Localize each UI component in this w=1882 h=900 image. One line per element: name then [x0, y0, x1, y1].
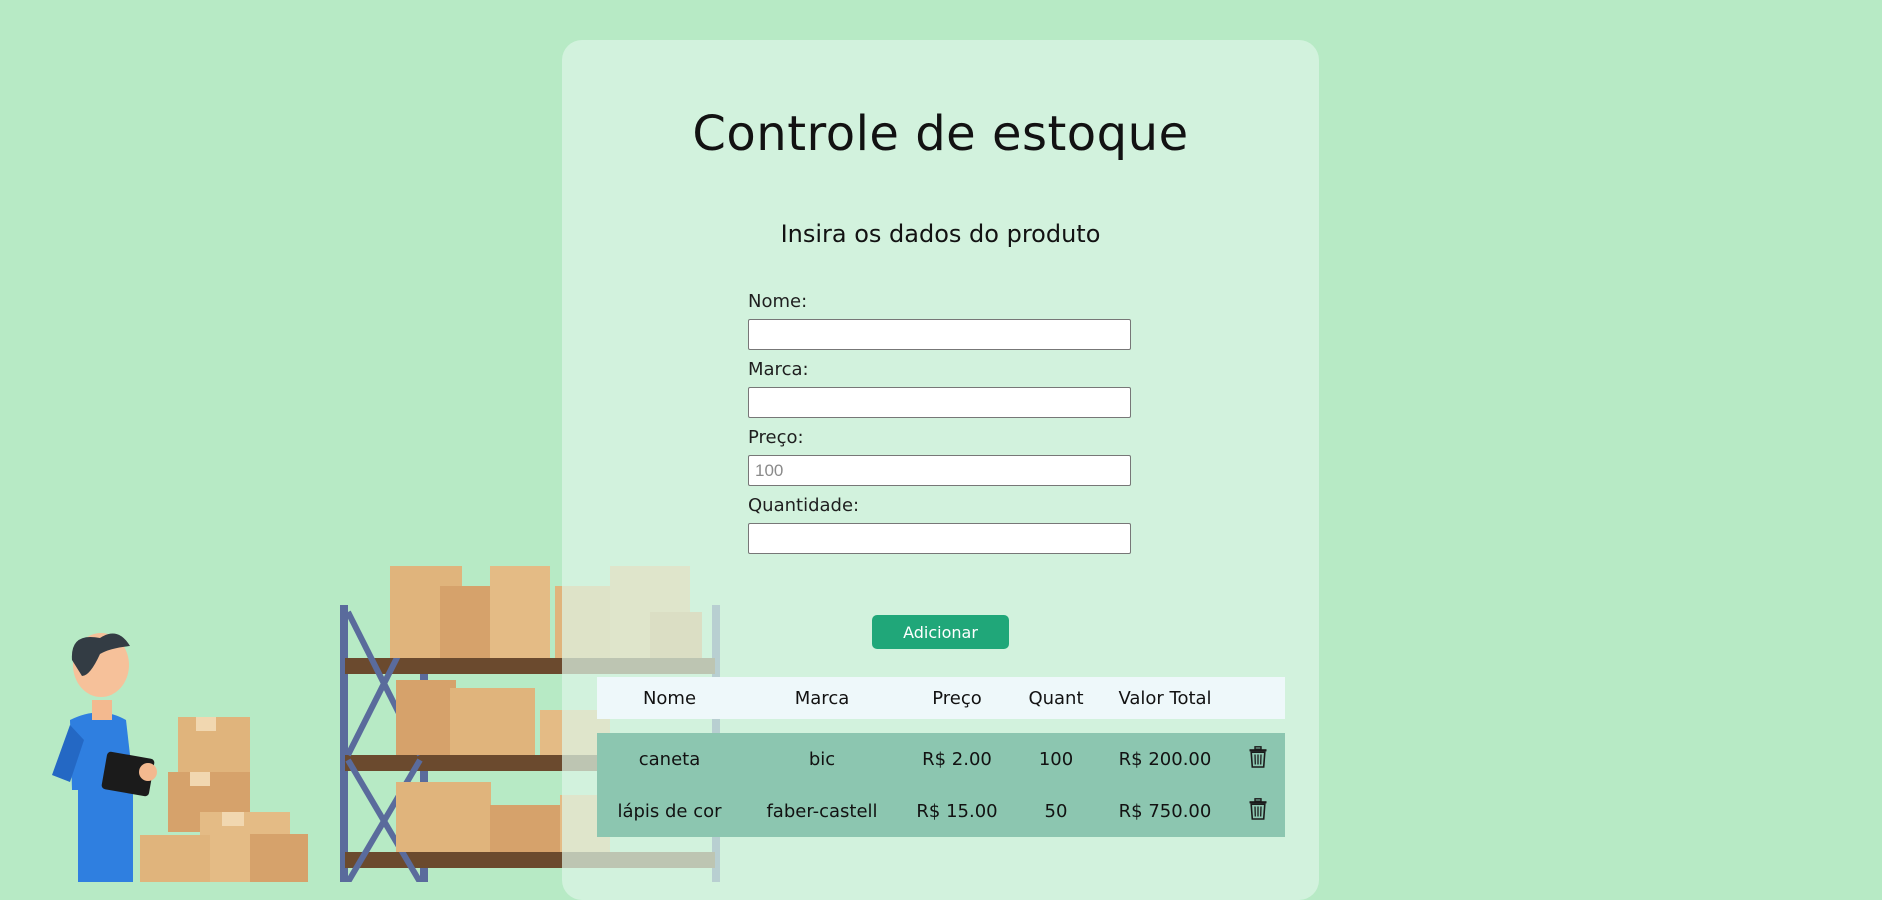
quantidade-label: Quantidade:: [748, 495, 1132, 517]
cell-quant: 100: [1012, 733, 1100, 785]
header-valor-total: Valor Total: [1100, 677, 1230, 719]
cell-nome: lápis de cor: [597, 785, 742, 837]
nome-label: Nome:: [748, 291, 1132, 313]
header-nome: Nome: [597, 677, 742, 719]
cell-actions: [1230, 785, 1285, 837]
inventory-card: Controle de estoque Insira os dados do p…: [562, 40, 1319, 900]
table-row: lápis de cor faber-castell R$ 15.00 50 R…: [597, 785, 1285, 837]
cell-quant: 50: [1012, 785, 1100, 837]
trash-icon[interactable]: [1249, 798, 1267, 825]
table-header-row: Nome Marca Preço Quant Valor Total: [597, 677, 1285, 719]
page-title: Controle de estoque: [562, 106, 1319, 162]
marca-field-group: Marca:: [748, 359, 1132, 418]
cell-preco: R$ 15.00: [902, 785, 1012, 837]
nome-input[interactable]: [748, 319, 1131, 350]
marca-input[interactable]: [748, 387, 1131, 418]
cell-marca: faber-castell: [742, 785, 902, 837]
cell-actions: [1230, 733, 1285, 785]
cell-nome: caneta: [597, 733, 742, 785]
quantidade-input[interactable]: [748, 523, 1131, 554]
box-stack: [140, 717, 308, 882]
header-actions: [1230, 677, 1285, 719]
preco-field-group: Preço:: [748, 427, 1132, 486]
trash-icon[interactable]: [1249, 746, 1267, 773]
preco-input[interactable]: [748, 455, 1131, 486]
table-row: caneta bic R$ 2.00 100 R$ 200.00: [597, 733, 1285, 785]
header-preco: Preço: [902, 677, 1012, 719]
preco-label: Preço:: [748, 427, 1132, 449]
cell-valor-total: R$ 750.00: [1100, 785, 1230, 837]
quantidade-field-group: Quantidade:: [748, 495, 1132, 554]
marca-label: Marca:: [748, 359, 1132, 381]
stock-table: Nome Marca Preço Quant Valor Total canet…: [597, 677, 1285, 837]
cell-preco: R$ 2.00: [902, 733, 1012, 785]
form-subtitle: Insira os dados do produto: [562, 220, 1319, 248]
table-spacer: [597, 719, 1285, 733]
header-marca: Marca: [742, 677, 902, 719]
header-quant: Quant: [1012, 677, 1100, 719]
nome-field-group: Nome:: [748, 291, 1132, 350]
cell-marca: bic: [742, 733, 902, 785]
cell-valor-total: R$ 200.00: [1100, 733, 1230, 785]
product-form: Nome: Marca: Preço: Quantidade:: [748, 291, 1132, 563]
add-button[interactable]: Adicionar: [872, 615, 1009, 649]
